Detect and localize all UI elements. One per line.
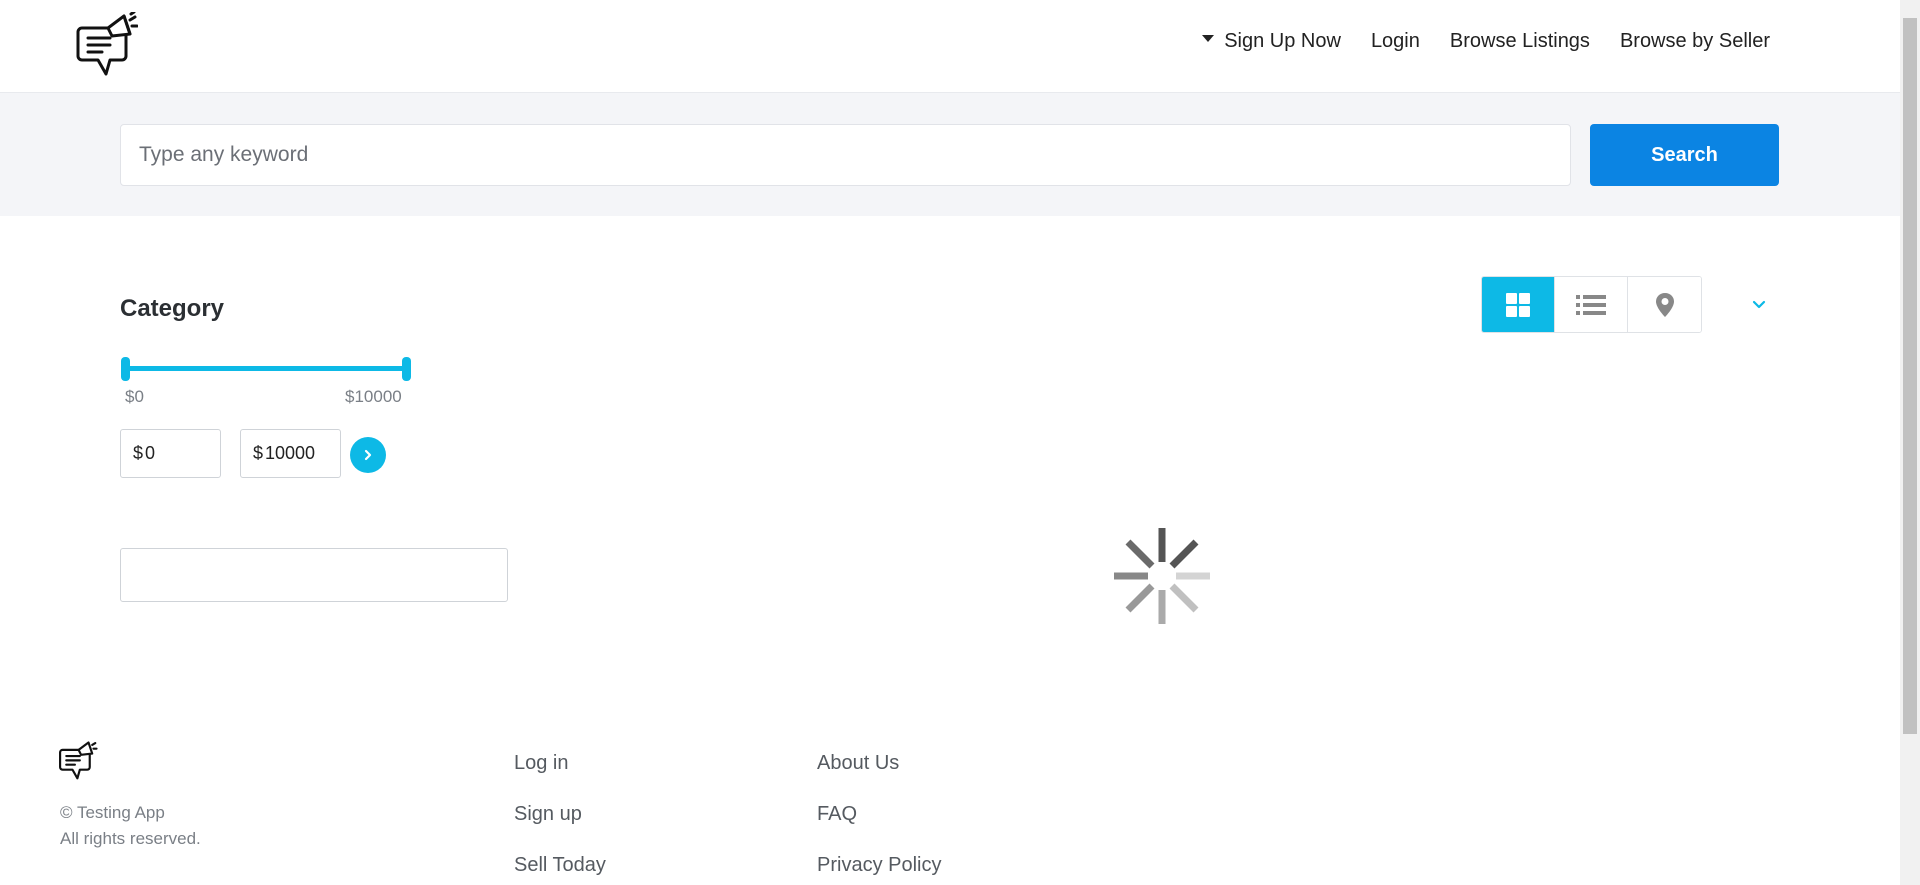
footer-about-link[interactable]: About Us [817, 752, 941, 775]
price-min-input[interactable] [145, 443, 216, 464]
range-min-label: $0 [125, 387, 144, 406]
nav-browse-by-seller[interactable]: Browse by Seller [1620, 30, 1770, 53]
page: Sign Up Now Login Browse Listings Browse… [0, 0, 1920, 885]
map-view-button[interactable] [1628, 277, 1701, 332]
slider-min-handle[interactable] [121, 357, 130, 381]
footer-links-account: Log in Sign up Sell Today [514, 752, 606, 877]
map-pin-icon [1655, 292, 1674, 317]
nav-sign-up-label: Sign Up Now [1224, 30, 1341, 52]
copyright-line: © Testing App [60, 803, 165, 822]
footer-signup-link[interactable]: Sign up [514, 803, 606, 826]
footer-sell-today-link[interactable]: Sell Today [514, 854, 606, 877]
nav-login[interactable]: Login [1371, 30, 1420, 53]
footer-links-info: About Us FAQ Privacy Policy [817, 752, 941, 877]
currency-symbol: $ [253, 443, 264, 463]
footer-login-link[interactable]: Log in [514, 752, 606, 775]
caret-down-icon [1202, 35, 1215, 43]
scrollbar-thumb[interactable] [1903, 18, 1917, 734]
apply-price-button[interactable] [350, 437, 386, 473]
slider-max-handle[interactable] [402, 357, 411, 381]
footer-privacy-link[interactable]: Privacy Policy [817, 854, 941, 877]
price-max-input[interactable] [265, 443, 336, 464]
nav-sign-up-now[interactable]: Sign Up Now [1202, 30, 1341, 53]
currency-symbol: $ [133, 443, 144, 463]
grid-view-button[interactable] [1482, 277, 1555, 332]
list-icon [1576, 294, 1606, 315]
price-range-slider[interactable] [120, 355, 412, 383]
range-max-label: $10000 [345, 387, 402, 406]
chevron-right-icon [364, 449, 372, 461]
chevron-down-icon[interactable] [1748, 294, 1770, 316]
footer-faq-link[interactable]: FAQ [817, 803, 941, 826]
main-nav: Sign Up Now Login Browse Listings Browse… [1202, 30, 1770, 53]
category-title: Category [120, 295, 225, 322]
grid-icon [1506, 292, 1530, 317]
page-scrollbar[interactable] [1900, 0, 1920, 885]
search-input[interactable] [120, 124, 1571, 186]
list-view-button[interactable] [1555, 277, 1628, 332]
view-toggle-group [1481, 276, 1702, 333]
slider-track [125, 366, 407, 371]
price-min-field[interactable]: $ [120, 429, 221, 478]
search-band: Search [0, 93, 1900, 216]
footer-logo-icon[interactable] [58, 740, 98, 782]
location-filter-box[interactable] [120, 548, 508, 602]
megaphone-chat-icon[interactable] [76, 12, 138, 80]
rights-line: All rights reserved. [60, 829, 201, 848]
top-header: Sign Up Now Login Browse Listings Browse… [0, 0, 1900, 93]
nav-browse-listings[interactable]: Browse Listings [1450, 30, 1590, 53]
loading-spinner-icon [1114, 528, 1210, 624]
search-button[interactable]: Search [1590, 124, 1779, 186]
price-max-field[interactable]: $ [240, 429, 341, 478]
copyright-text: © Testing App All rights reserved. [60, 800, 201, 852]
